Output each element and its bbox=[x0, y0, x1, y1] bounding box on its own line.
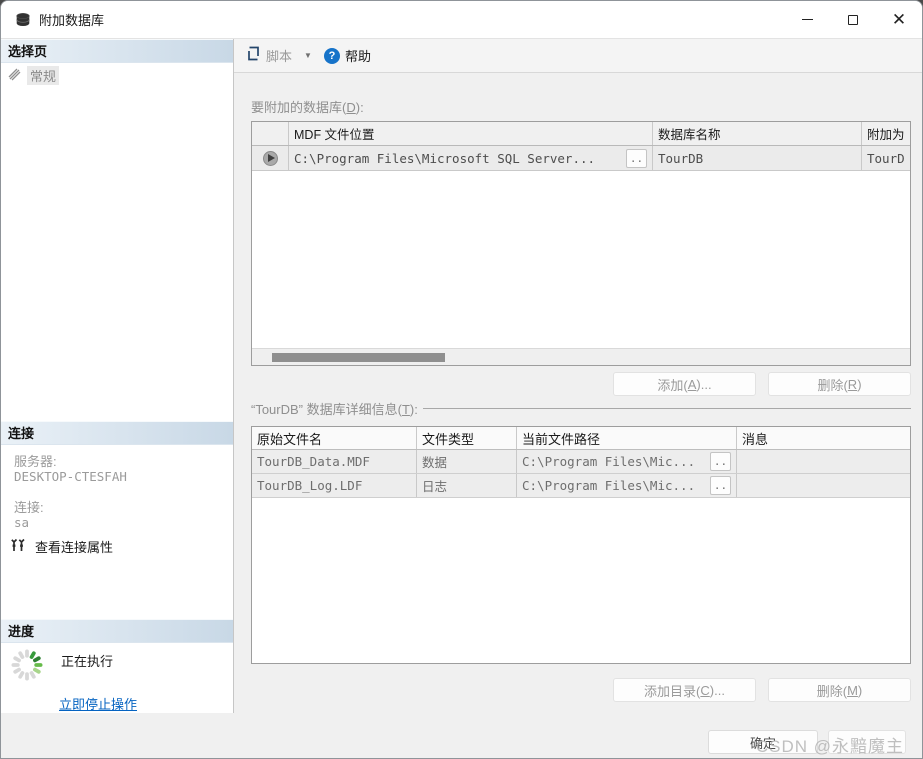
header-current-path: 当前文件路径 bbox=[517, 427, 737, 449]
current-path-cell[interactable]: C:\Program Files\Mic... .. bbox=[517, 450, 737, 473]
browse-path-button[interactable]: .. bbox=[710, 476, 731, 495]
stop-action-link[interactable]: 立即停止操作 bbox=[59, 694, 137, 713]
header-original-filename: 原始文件名 bbox=[252, 427, 417, 449]
remove-button[interactable]: 删除(R) bbox=[768, 372, 911, 396]
script-icon bbox=[246, 46, 261, 66]
original-filename-cell: TourDB_Data.MDF bbox=[252, 450, 417, 473]
add-catalog-button[interactable]: 添加目录(C)... bbox=[613, 678, 756, 702]
progress-header: 进度 bbox=[1, 619, 233, 643]
caption-rule bbox=[423, 408, 911, 409]
database-name-cell[interactable]: TourDB bbox=[653, 146, 862, 170]
connection-label: 连接: bbox=[14, 497, 44, 516]
attach-as-cell[interactable]: TourD bbox=[862, 146, 910, 170]
main-panel: 要附加的数据库(D): MDF 文件位置 数据库名称 附加为 bbox=[234, 73, 922, 759]
row-indicator-cell bbox=[252, 146, 289, 170]
current-path-cell[interactable]: C:\Program Files\Mic... .. bbox=[517, 474, 737, 497]
select-page-header: 选择页 bbox=[1, 39, 233, 63]
databases-grid: MDF 文件位置 数据库名称 附加为 C:\Program Files\Micr… bbox=[251, 121, 911, 366]
sidebar-item-label: 常规 bbox=[27, 66, 59, 85]
connection-value: sa bbox=[14, 515, 29, 530]
browse-mdf-button[interactable]: .. bbox=[626, 149, 647, 168]
row-current-icon bbox=[263, 151, 278, 166]
general-page-icon bbox=[8, 68, 22, 84]
details-row[interactable]: TourDB_Data.MDF 数据 C:\Program Files\Mic.… bbox=[252, 450, 910, 474]
database-row[interactable]: C:\Program Files\Microsoft SQL Server...… bbox=[252, 146, 910, 171]
cancel-button[interactable] bbox=[828, 730, 906, 754]
view-connection-properties-label: 查看连接属性 bbox=[35, 537, 113, 556]
scrollbar-thumb[interactable] bbox=[272, 353, 445, 362]
window-title: 附加数据库 bbox=[39, 10, 104, 29]
title-bar: 附加数据库 ✕ bbox=[1, 1, 922, 39]
maximize-button[interactable] bbox=[830, 1, 876, 38]
horizontal-scrollbar[interactable] bbox=[252, 348, 910, 365]
server-label: 服务器: bbox=[14, 451, 57, 470]
connection-header: 连接 bbox=[1, 421, 233, 445]
sidebar-item-general[interactable]: 常规 bbox=[8, 66, 59, 85]
toolbar: 脚本 ▼ ? 帮助 bbox=[234, 39, 922, 73]
details-caption: “TourDB” 数据库详细信息(T): bbox=[251, 399, 911, 418]
progress-status: 正在执行 bbox=[61, 651, 113, 670]
add-button[interactable]: 添加(A)... bbox=[613, 372, 756, 396]
database-icon bbox=[15, 12, 31, 28]
connection-properties-icon bbox=[11, 538, 28, 556]
progress-spinner-icon bbox=[9, 647, 45, 688]
header-file-type: 文件类型 bbox=[417, 427, 517, 449]
help-icon: ? bbox=[324, 48, 340, 64]
original-filename-cell: TourDB_Log.LDF bbox=[252, 474, 417, 497]
details-grid-header: 原始文件名 文件类型 当前文件路径 消息 bbox=[252, 427, 910, 450]
server-value: DESKTOP-CTESFAH bbox=[14, 469, 127, 484]
close-button[interactable]: ✕ bbox=[876, 1, 922, 38]
message-cell bbox=[737, 474, 910, 497]
ok-button[interactable]: 确定 bbox=[708, 730, 818, 754]
browse-path-button[interactable]: .. bbox=[710, 452, 731, 471]
file-type-cell: 日志 bbox=[417, 474, 517, 497]
file-type-cell: 数据 bbox=[417, 450, 517, 473]
script-dropdown-caret-icon[interactable]: ▼ bbox=[300, 51, 316, 60]
minimize-button[interactable] bbox=[784, 1, 830, 38]
view-connection-properties[interactable]: 查看连接属性 bbox=[11, 537, 113, 556]
attach-databases-label: 要附加的数据库(D): bbox=[251, 97, 364, 116]
help-button[interactable]: ? 帮助 bbox=[322, 43, 373, 68]
details-grid: 原始文件名 文件类型 当前文件路径 消息 TourDB_Data.MDF 数据 … bbox=[251, 426, 911, 664]
header-message: 消息 bbox=[737, 427, 910, 449]
databases-grid-header: MDF 文件位置 数据库名称 附加为 bbox=[252, 122, 910, 146]
sidebar: 选择页 常规 连接 服务器: DESKTOP-CTESFAH 连接: sa bbox=[1, 39, 234, 713]
header-attach-as: 附加为 bbox=[862, 122, 910, 145]
mdf-location-cell[interactable]: C:\Program Files\Microsoft SQL Server...… bbox=[289, 146, 653, 170]
header-indicator bbox=[252, 122, 289, 145]
header-database-name: 数据库名称 bbox=[653, 122, 862, 145]
message-cell bbox=[737, 450, 910, 473]
remove-details-button[interactable]: 删除(M) bbox=[768, 678, 911, 702]
details-row[interactable]: TourDB_Log.LDF 日志 C:\Program Files\Mic..… bbox=[252, 474, 910, 498]
attach-database-dialog: 附加数据库 ✕ 选择页 常规 连接 服务器: DESKTOP-CTESFAH 连… bbox=[0, 0, 923, 759]
script-button-label: 脚本 bbox=[266, 46, 292, 65]
help-button-label: 帮助 bbox=[345, 46, 371, 65]
header-mdf-location: MDF 文件位置 bbox=[289, 122, 653, 145]
script-button[interactable]: 脚本 bbox=[244, 43, 294, 69]
